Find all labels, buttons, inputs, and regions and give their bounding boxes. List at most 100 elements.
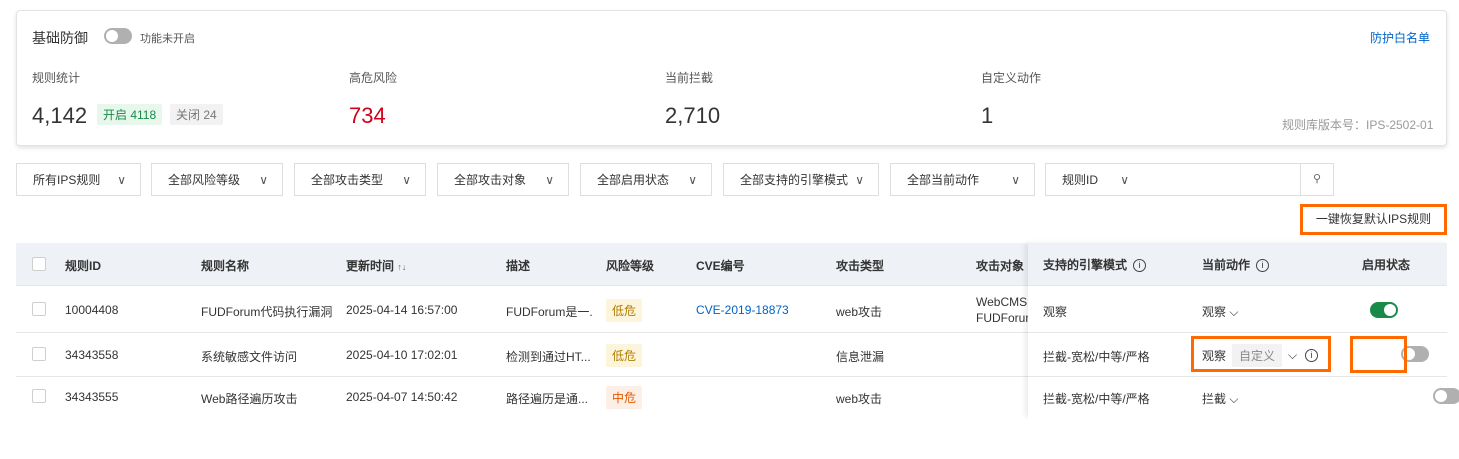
row-checkbox[interactable] bbox=[32, 347, 46, 361]
search-field-select[interactable]: 规则ID ∨ bbox=[1045, 163, 1144, 196]
filter-current-action[interactable]: 全部当前动作 ∨ bbox=[890, 163, 1035, 196]
attack-type: web攻击 bbox=[836, 392, 883, 406]
chevron-down-icon: ∨ bbox=[259, 172, 268, 187]
description: 路径遍历是通... bbox=[506, 392, 589, 406]
filter-risk-level[interactable]: 全部风险等级 ∨ bbox=[151, 163, 283, 196]
header-enabled-status: 启用状态 bbox=[1362, 258, 1411, 272]
rule-library-version: 规则库版本号：IPS-2502-01 bbox=[1282, 118, 1434, 132]
filter-attack-type[interactable]: 全部攻击类型 ∨ bbox=[294, 163, 426, 196]
filter-label: 全部支持的引擎模式 bbox=[740, 173, 849, 187]
row-checkbox[interactable] bbox=[32, 302, 46, 316]
rule-id: 34343558 bbox=[65, 348, 119, 362]
chevron-down-icon: ∨ bbox=[117, 172, 126, 187]
risk-badge: 低危 bbox=[606, 344, 643, 367]
enable-toggle[interactable] bbox=[1370, 302, 1398, 318]
header-risk-level: 风险等级 bbox=[606, 259, 655, 273]
header-engine-mode: 支持的引擎模式 i bbox=[1043, 256, 1147, 273]
filter-label: 全部攻击对象 bbox=[454, 173, 527, 187]
search-button[interactable]: ⚲ bbox=[1300, 163, 1334, 196]
target-line: WebCMS bbox=[976, 295, 1028, 309]
search-input[interactable] bbox=[1143, 163, 1301, 196]
engine-mode: 拦截-宽松/中等/严格 bbox=[1043, 392, 1150, 406]
filter-label: 全部风险等级 bbox=[168, 173, 241, 187]
blocking-value: 2,710 bbox=[665, 103, 721, 128]
description: FUDForum是一. bbox=[506, 305, 593, 319]
rule-name: 系统敏感文件访问 bbox=[201, 350, 298, 364]
chevron-down-icon: ∨ bbox=[1120, 172, 1129, 187]
header-description: 描述 bbox=[506, 259, 531, 273]
header-rule-id: 规则ID bbox=[65, 259, 102, 273]
filter-label: 全部当前动作 bbox=[907, 173, 980, 187]
risk-badge: 中危 bbox=[606, 386, 643, 409]
filter-ips-rules[interactable]: 所有IPS规则 ∨ bbox=[16, 163, 141, 196]
highlight-toggle-cell bbox=[1350, 336, 1407, 373]
select-all-checkbox[interactable] bbox=[32, 257, 46, 271]
high-risk-value: 734 bbox=[349, 103, 386, 128]
basic-defense-toggle[interactable] bbox=[104, 28, 132, 44]
update-time: 2025-04-07 14:50:42 bbox=[346, 390, 458, 404]
chevron-down-icon: ∨ bbox=[855, 172, 864, 187]
header-attack-target: 攻击对象 bbox=[976, 259, 1025, 273]
filter-label: 全部启用状态 bbox=[597, 173, 670, 187]
attack-type: 信息泄漏 bbox=[836, 350, 885, 364]
action-select[interactable]: 观察 ⌵ bbox=[1202, 303, 1238, 320]
filter-label: 所有IPS规则 bbox=[33, 173, 101, 187]
basic-defense-title: 基础防御 bbox=[32, 30, 88, 46]
filter-enabled-status[interactable]: 全部启用状态 ∨ bbox=[580, 163, 712, 196]
rule-id: 34343555 bbox=[65, 390, 119, 404]
risk-badge: 低危 bbox=[606, 299, 643, 322]
filter-label: 全部攻击类型 bbox=[311, 173, 384, 187]
rule-name: Web路径遍历攻击 bbox=[201, 392, 298, 406]
attack-target: WebCMS FUDForum bbox=[976, 294, 1028, 326]
chevron-down-icon: ∨ bbox=[1011, 172, 1020, 187]
header-label: 支持的引擎模式 bbox=[1043, 258, 1128, 272]
cve-link[interactable]: CVE-2019-18873 bbox=[696, 303, 789, 317]
header-attack-type: 攻击类型 bbox=[836, 259, 885, 273]
high-risk-label: 高危风险 bbox=[349, 71, 398, 85]
update-time: 2025-04-14 16:57:00 bbox=[346, 303, 458, 317]
attack-type: web攻击 bbox=[836, 305, 883, 319]
engine-mode: 拦截-宽松/中等/严格 bbox=[1043, 350, 1150, 364]
action-select[interactable]: 拦截 ⌵ bbox=[1202, 390, 1238, 407]
disabled-count-badge: 关闭 24 bbox=[170, 104, 223, 125]
header-label: 当前动作 bbox=[1202, 258, 1251, 272]
filter-engine-mode[interactable]: 全部支持的引擎模式 ∨ bbox=[723, 163, 879, 196]
target-line: FUDForum bbox=[976, 311, 1028, 325]
rule-name: FUDForum代码执行漏洞 bbox=[201, 305, 333, 319]
custom-action-value: 1 bbox=[981, 103, 994, 128]
chevron-down-icon: ∨ bbox=[688, 172, 697, 187]
header-update-time[interactable]: 更新时间 ↑↓ bbox=[346, 257, 406, 274]
sort-icon[interactable]: ↑↓ bbox=[397, 262, 406, 272]
header-rule-name: 规则名称 bbox=[201, 259, 250, 273]
rules-stat-label: 规则统计 bbox=[32, 71, 81, 85]
fixed-columns: 支持的引擎模式 i 当前动作 i 启用状态 观察 观察 ⌵ 拦截-宽松/中等/严格 … bbox=[1028, 243, 1459, 459]
restore-default-rules-button[interactable]: 一键恢复默认IPS规则 bbox=[1300, 204, 1447, 235]
chevron-down-icon: ⌵ bbox=[1229, 305, 1239, 319]
engine-mode: 观察 bbox=[1043, 305, 1068, 319]
info-icon[interactable]: i bbox=[1133, 259, 1147, 273]
whitelist-link[interactable]: 防护白名单 bbox=[1370, 29, 1430, 46]
header-cve: CVE编号 bbox=[696, 259, 745, 273]
filter-label: 规则ID bbox=[1062, 173, 1099, 187]
chevron-down-icon: ⌵ bbox=[1229, 392, 1239, 406]
filter-attack-target[interactable]: 全部攻击对象 ∨ bbox=[437, 163, 569, 196]
row-checkbox[interactable] bbox=[32, 389, 46, 403]
description: 检测到通过HT... bbox=[506, 350, 591, 364]
action-value: 观察 bbox=[1202, 305, 1227, 319]
info-icon[interactable]: i bbox=[1256, 259, 1270, 273]
highlight-action-cell bbox=[1191, 336, 1331, 372]
chevron-down-icon: ∨ bbox=[402, 172, 411, 187]
basic-defense-status: 功能未开启 bbox=[140, 33, 195, 45]
header-label: 更新时间 bbox=[346, 259, 395, 273]
search-icon: ⚲ bbox=[1312, 173, 1322, 185]
header-current-action: 当前动作 i bbox=[1202, 256, 1270, 273]
update-time: 2025-04-10 17:02:01 bbox=[346, 348, 458, 362]
action-value: 拦截 bbox=[1202, 392, 1227, 406]
rule-id: 10004408 bbox=[65, 303, 119, 317]
blocking-label: 当前拦截 bbox=[665, 71, 714, 85]
rules-stat-value: 4,142 bbox=[32, 103, 88, 128]
custom-action-label: 自定义动作 bbox=[981, 71, 1042, 85]
enabled-count-badge: 开启 4118 bbox=[97, 104, 163, 125]
enable-toggle[interactable] bbox=[1432, 388, 1459, 404]
basic-defense-card bbox=[16, 10, 1447, 146]
